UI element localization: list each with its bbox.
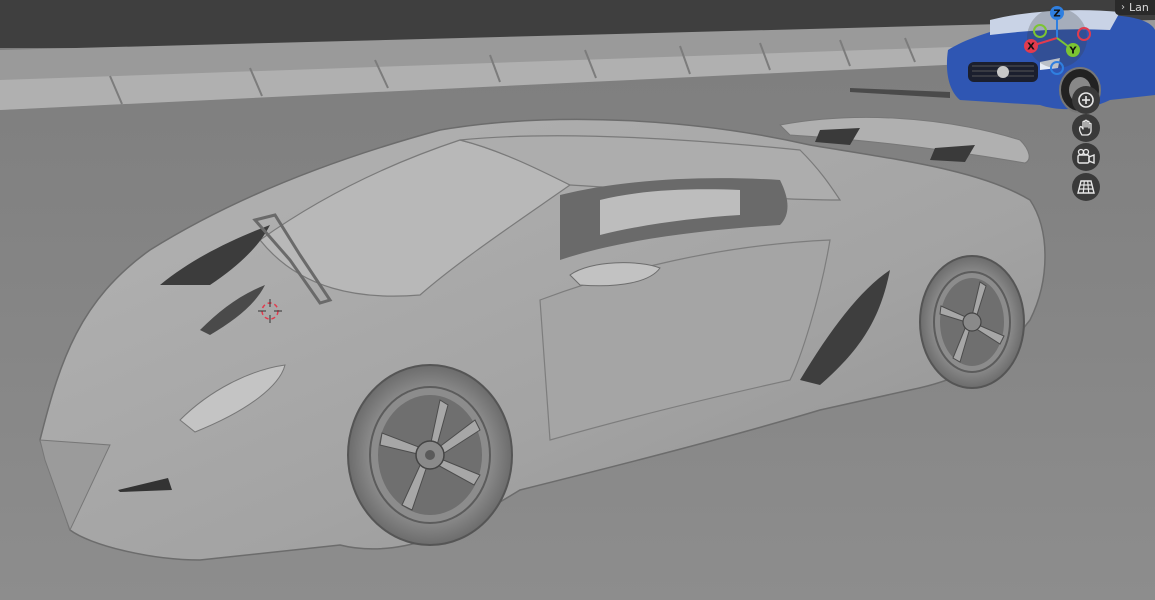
- gizmo-axis-y[interactable]: Y: [1066, 43, 1080, 57]
- 3d-viewport[interactable]: › Lan Z X Y: [0, 0, 1155, 600]
- chevron-right-icon: ›: [1121, 2, 1125, 13]
- svg-text:X: X: [1027, 42, 1035, 53]
- gizmo-axis-z[interactable]: Z: [1050, 6, 1064, 20]
- ortho-toggle-button[interactable]: [1072, 173, 1100, 201]
- zoom-in-icon: [1078, 92, 1094, 108]
- camera-view-button[interactable]: [1072, 143, 1100, 171]
- svg-text:Y: Y: [1068, 46, 1077, 57]
- grid-icon: [1077, 180, 1095, 194]
- pan-button[interactable]: [1072, 114, 1100, 142]
- sidebar-toggle-tab[interactable]: › Lan: [1115, 0, 1155, 15]
- hand-icon: [1078, 119, 1092, 136]
- svg-text:Z: Z: [1053, 9, 1060, 20]
- zoom-button[interactable]: [1072, 86, 1100, 114]
- front-wheel: [347, 364, 513, 546]
- viewport-scene: [0, 0, 1155, 600]
- camera-icon: [1077, 148, 1095, 165]
- gizmo-axis-x[interactable]: X: [1024, 39, 1038, 53]
- sidebar-tab-label: Lan: [1129, 1, 1149, 14]
- rear-wheel: [919, 255, 1025, 389]
- navigation-gizmo[interactable]: Z X Y: [1020, 4, 1100, 84]
